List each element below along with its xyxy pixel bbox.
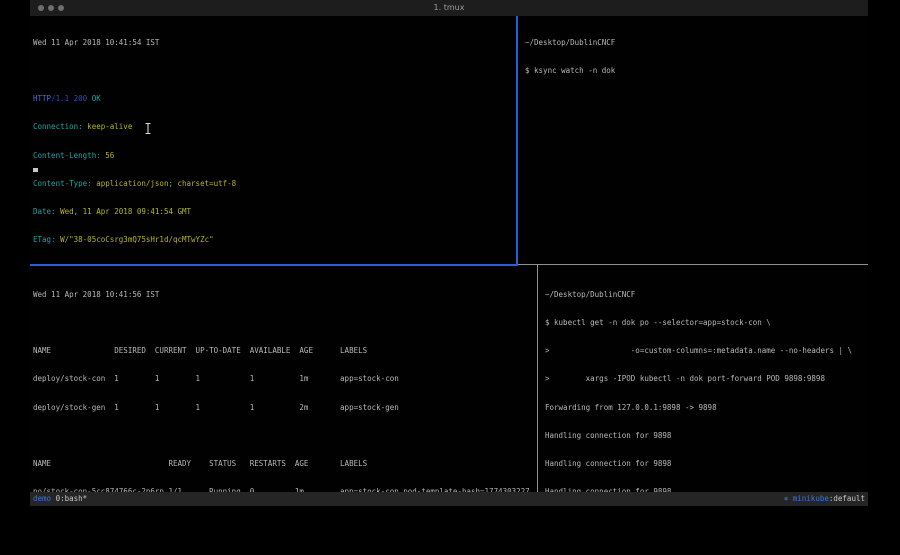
http-header-content-length: Content-Length: 56 <box>33 151 516 160</box>
header-value: 56 <box>101 151 115 160</box>
kube-namespace: :default <box>829 494 865 503</box>
http-header-etag: ETag: W/"38-05coCsrg3mQ75sHr1d/qcMTwYZc" <box>33 235 516 244</box>
http-status-line: HTTP/1.1 200 OK <box>33 94 516 103</box>
window-title: 1. tmux <box>30 3 868 12</box>
header-name: Date: <box>33 207 56 216</box>
cwd-line: ~/Desktop/DublinCNCF <box>525 38 868 47</box>
terminal-window: 1. tmux Wed 11 Apr 2018 10:41:54 IST HTT… <box>30 0 868 513</box>
http-header-date: Date: Wed, 11 Apr 2018 09:41:54 GMT <box>33 207 516 216</box>
command-continuation: > -o=custom-columns=:metadata.name --no-… <box>545 346 868 355</box>
pane-divider-vertical-bottom[interactable] <box>537 265 538 492</box>
deployment-row: deploy/stock-con 1 1 1 1 1m app=stock-co… <box>33 374 537 383</box>
header-name: Content-Length: <box>33 151 101 160</box>
header-name: ETag: <box>33 235 56 244</box>
handling-connection-line: Handling connection for 9898 <box>545 459 868 468</box>
pane-port-forward[interactable]: ~/Desktop/DublinCNCF $ kubectl get -n do… <box>541 267 868 492</box>
http-protocol: HTTP <box>33 94 51 103</box>
pane-divider-vertical-top[interactable] <box>516 16 518 264</box>
window-label[interactable]: 0:bash* <box>51 494 87 503</box>
tmux-status-bar: demo 0:bash* ⎈ minikube:default <box>30 492 868 506</box>
header-name: Content-Type: <box>33 179 92 188</box>
pane-divider-horizontal-right[interactable] <box>518 264 868 265</box>
mouse-ibeam-cursor <box>144 122 153 135</box>
header-value: application/json; charset=utf-8 <box>92 179 237 188</box>
http-header-content-type: Content-Type: application/json; charset=… <box>33 179 516 188</box>
forwarding-line: Forwarding from 127.0.0.1:9898 -> 9898 <box>545 403 868 412</box>
command-line: $ ksync watch -n dok <box>525 66 868 75</box>
timestamp-line: Wed 11 Apr 2018 10:41:56 IST <box>33 290 537 299</box>
terminal-cursor <box>33 168 38 172</box>
handling-connection-line: Handling connection for 9898 <box>545 431 868 440</box>
http-reason: OK <box>92 94 101 103</box>
http-version-status: /1.1 200 <box>51 94 92 103</box>
pods-header: NAME READY STATUS RESTARTS AGE LABELS <box>33 459 537 468</box>
header-value: W/"38-05coCsrg3mQ75sHr1d/qcMTwYZc" <box>56 235 214 244</box>
pane-kubectl-get[interactable]: Wed 11 Apr 2018 10:41:56 IST NAME DESIRE… <box>30 267 537 492</box>
pane-ksync[interactable]: ~/Desktop/DublinCNCF $ ksync watch -n do… <box>522 16 868 264</box>
timestamp-line: Wed 11 Apr 2018 10:41:54 IST <box>33 38 516 47</box>
command-line: $ kubectl get -n dok po --selector=app=s… <box>545 318 868 327</box>
header-value: Wed, 11 Apr 2018 09:41:54 GMT <box>56 207 191 216</box>
status-right: ⎈ minikube:default <box>784 492 865 506</box>
kube-context: minikube <box>788 494 829 503</box>
cwd-line: ~/Desktop/DublinCNCF <box>545 290 868 299</box>
deployments-header: NAME DESIRED CURRENT UP-TO-DATE AVAILABL… <box>33 346 537 355</box>
pane-divider-horizontal-left[interactable] <box>30 264 518 266</box>
http-header-connection: Connection: keep-alive <box>33 122 516 131</box>
session-name: demo <box>33 494 51 503</box>
pane-http-response[interactable]: Wed 11 Apr 2018 10:41:54 IST HTTP/1.1 20… <box>30 16 516 264</box>
window-titlebar: 1. tmux <box>30 0 868 16</box>
command-continuation: > xargs -IPOD kubectl -n dok port-forwar… <box>545 374 868 383</box>
header-name: Connection: <box>33 122 83 131</box>
deployment-row: deploy/stock-gen 1 1 1 1 2m app=stock-ge… <box>33 403 537 412</box>
status-left: demo 0:bash* <box>33 492 87 506</box>
header-value: keep-alive <box>83 122 133 131</box>
